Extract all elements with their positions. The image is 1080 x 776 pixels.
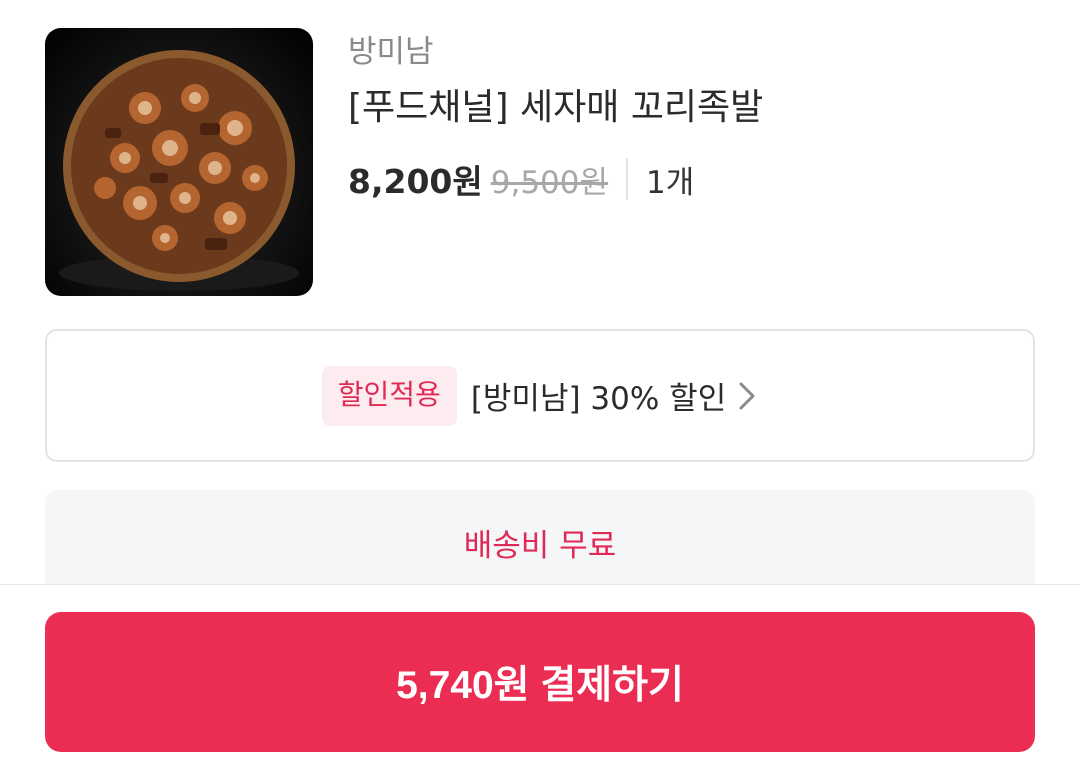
checkout-button[interactable]: 5,740원 결제하기 xyxy=(45,612,1035,752)
discount-selector[interactable]: 할인적용 [방미남] 30% 할인 xyxy=(45,329,1035,462)
chevron-right-icon xyxy=(736,379,758,413)
quantity: 1개 xyxy=(646,164,695,201)
bottom-bar: 5,740원 결제하기 xyxy=(0,584,1080,776)
price-row: 8,200원 9,500원 1개 xyxy=(348,156,694,202)
product-title: [푸드채널] 세자매 꼬리족발 xyxy=(348,87,764,128)
food-photo xyxy=(59,50,299,291)
product-image[interactable] xyxy=(45,28,313,296)
original-price: 9,500원 xyxy=(490,164,609,201)
seller-name: 방미남 xyxy=(348,34,434,70)
discount-label: [방미남] 30% 할인 xyxy=(470,381,727,417)
sale-price: 8,200원 xyxy=(348,162,483,201)
product-card: 방미남 [푸드채널] 세자매 꼬리족발 8,200원 9,500원 1개 xyxy=(45,28,1035,296)
divider xyxy=(626,158,629,200)
discount-applied-badge: 할인적용 xyxy=(321,365,457,426)
